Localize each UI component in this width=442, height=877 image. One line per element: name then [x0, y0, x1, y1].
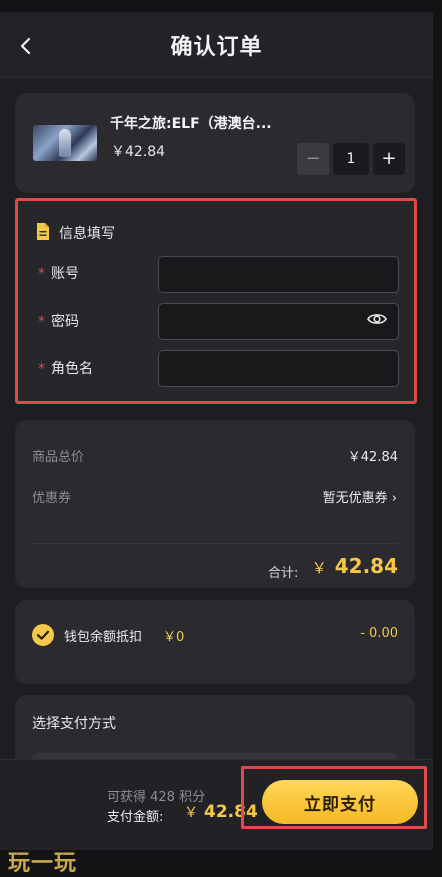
wallet-deduction-amount: - 0.00 — [360, 626, 398, 641]
app-window: 确认订单 千年之旅:ELF（港澳台... ￥42.84 − 1 + 信息填写 *… — [0, 12, 433, 850]
product-price: ￥42.84 — [111, 144, 166, 160]
account-label-text: 账号 — [51, 266, 79, 282]
total-label: 合计: — [268, 566, 299, 581]
coupon-selector[interactable]: 暂无优惠券 › — [323, 487, 397, 506]
wallet-deduction-label: 钱包余额抵扣 — [64, 630, 143, 645]
account-input[interactable] — [158, 256, 399, 293]
info-form-section: 信息填写 * 账号 * 密码 * 角色名 — [15, 198, 417, 404]
pay-amount-label: 支付金额: — [107, 810, 164, 825]
check-circle-icon[interactable] — [32, 624, 54, 646]
price-summary-card: 商品总价 ￥42.84 优惠券 暂无优惠券 › 合计: ￥ 42.84 — [15, 420, 415, 588]
watermark-logo: 玩一玩 — [8, 851, 78, 876]
product-name: 千年之旅:ELF（港澳台... — [110, 116, 272, 132]
character-name-label: * 角色名 — [38, 358, 93, 378]
divider — [32, 543, 398, 544]
coupon-label: 优惠券 — [32, 491, 72, 506]
character-name-input[interactable] — [158, 350, 399, 387]
required-mark: * — [38, 314, 45, 330]
product-thumbnail — [33, 125, 97, 161]
decrease-button[interactable]: − — [297, 143, 329, 175]
info-form-title: 信息填写 — [59, 226, 115, 242]
password-label: * 密码 — [38, 311, 79, 331]
document-icon — [37, 223, 49, 240]
total-amount-value: 42.84 — [334, 554, 398, 578]
subtotal-label: 商品总价 — [32, 450, 85, 465]
eye-icon[interactable] — [367, 312, 387, 326]
pay-now-button[interactable]: 立即支付 — [262, 780, 418, 824]
total-amount: ￥ 42.84 — [312, 554, 398, 578]
password-input[interactable] — [158, 303, 399, 340]
product-card: 千年之旅:ELF（港澳台... ￥42.84 − 1 + — [15, 93, 415, 193]
subtotal-value: ￥42.84 — [347, 450, 398, 465]
character-name-label-text: 角色名 — [51, 361, 93, 377]
wallet-balance: ￥0 — [163, 630, 185, 645]
password-label-text: 密码 — [51, 314, 79, 330]
required-mark: * — [38, 266, 45, 282]
checkout-bar: 可获得 428 积分 支付金额: ￥ 42.84 立即支付 — [0, 759, 433, 850]
wallet-card: 钱包余额抵扣 ￥0 - 0.00 — [15, 600, 415, 684]
account-label: * 账号 — [38, 263, 79, 283]
increase-button[interactable]: + — [373, 143, 405, 175]
currency-symbol: ￥ — [184, 805, 198, 821]
payment-method-title: 选择支付方式 — [32, 716, 116, 732]
top-bar: 确认订单 — [0, 12, 433, 78]
currency-symbol: ￥ — [311, 559, 327, 577]
quantity-value[interactable]: 1 — [333, 143, 369, 175]
required-mark: * — [38, 361, 45, 377]
page-title: 确认订单 — [170, 35, 263, 60]
